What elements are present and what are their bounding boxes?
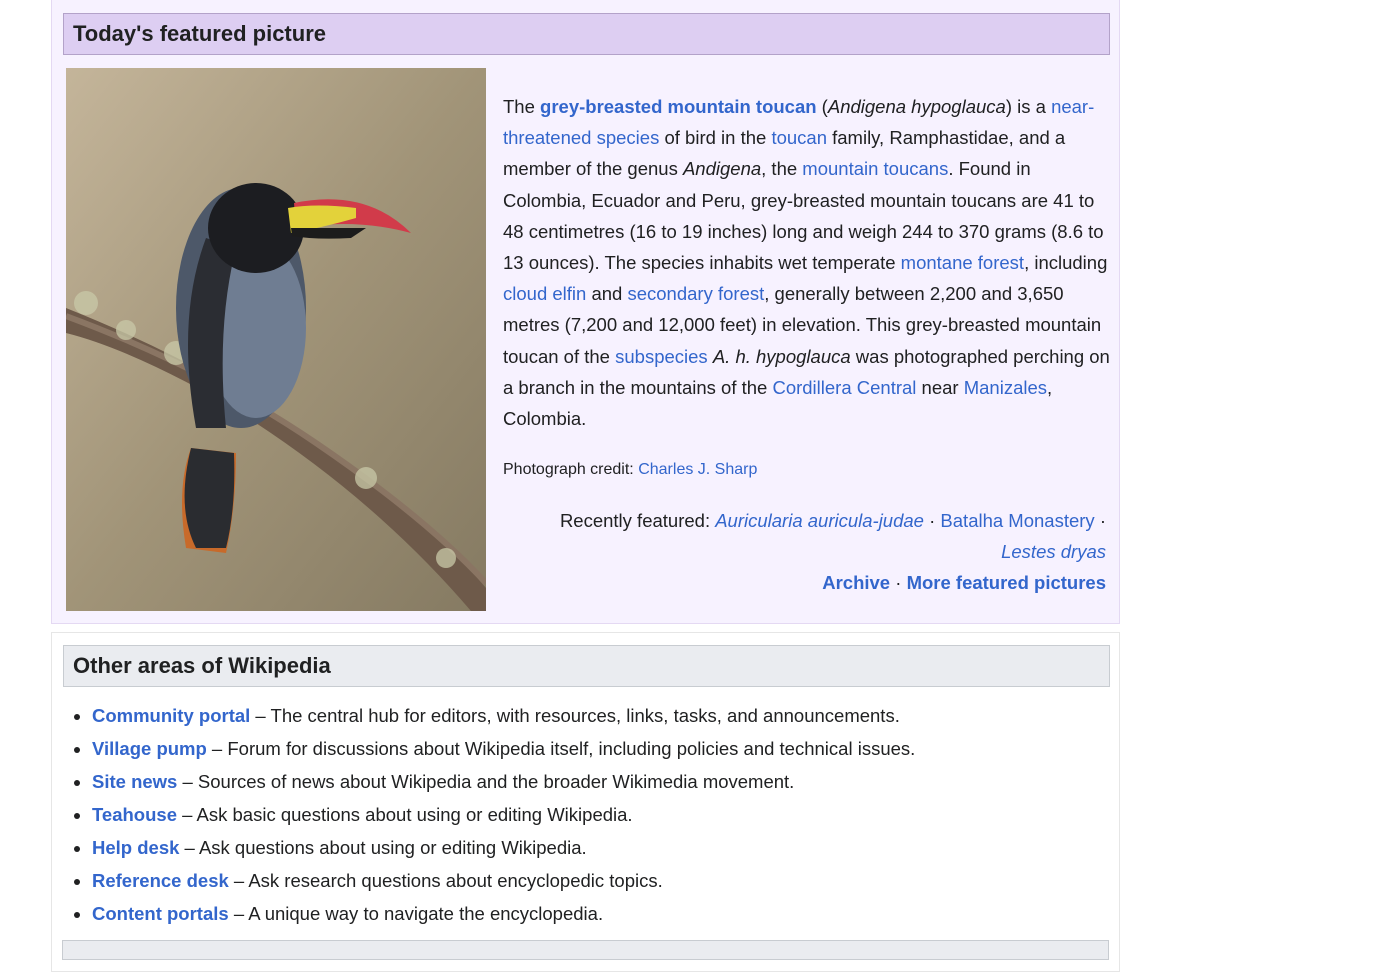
photo-credit: Photograph credit: Charles J. Sharp <box>503 461 758 478</box>
recently-featured: Recently featured: Auricularia auricula-… <box>559 510 1106 562</box>
link-montane-forest[interactable]: montane forest <box>901 252 1024 273</box>
link-village-pump[interactable]: Village pump <box>92 738 207 759</box>
archive-link[interactable]: Archive <box>822 572 890 593</box>
list-item: Reference desk – Ask research questions … <box>92 864 915 897</box>
link-elfin[interactable]: elfin <box>552 283 586 304</box>
link-cordillera-central[interactable]: Cordillera Central <box>772 377 916 398</box>
featured-picture-section: Today's featured picture The grey-breast… <box>51 0 1120 624</box>
link-reference-desk[interactable]: Reference desk <box>92 870 229 891</box>
other-areas-heading: Other areas of Wikipedia <box>63 645 1110 687</box>
link-cloud[interactable]: cloud <box>503 283 547 304</box>
recent-item-2[interactable]: Batalha Monastery <box>940 510 1094 531</box>
list-item: Help desk – Ask questions about using or… <box>92 831 915 864</box>
featured-picture-heading: Today's featured picture <box>63 13 1110 55</box>
list-item: Content portals – A unique way to naviga… <box>92 897 915 930</box>
link-site-news[interactable]: Site news <box>92 771 177 792</box>
link-toucan[interactable]: toucan <box>771 127 827 148</box>
link-teahouse[interactable]: Teahouse <box>92 804 177 825</box>
link-mountain-toucans[interactable]: mountain toucans <box>802 158 948 179</box>
next-section-heading <box>62 940 1109 960</box>
more-featured-pictures-link[interactable]: More featured pictures <box>907 572 1106 593</box>
other-areas-section: Other areas of Wikipedia Community porta… <box>51 632 1120 972</box>
link-secondary-forest[interactable]: secondary forest <box>627 283 764 304</box>
list-item: Site news – Sources of news about Wikipe… <box>92 765 915 798</box>
link-manizales[interactable]: Manizales <box>964 377 1047 398</box>
link-content-portals[interactable]: Content portals <box>92 903 229 924</box>
toucan-image <box>66 68 486 611</box>
link-community-portal[interactable]: Community portal <box>92 705 250 726</box>
featured-photo[interactable] <box>66 68 486 611</box>
list-item: Village pump – Forum for discussions abo… <box>92 732 915 765</box>
recent-item-1[interactable]: Auricularia auricula-judae <box>715 510 924 531</box>
link-inhabits[interactable]: inhabits <box>709 252 773 273</box>
featured-description: The grey-breasted mountain toucan (Andig… <box>503 96 1110 430</box>
link-photographer[interactable]: Charles J. Sharp <box>638 461 757 478</box>
link-subspecies[interactable]: subspecies <box>615 346 708 367</box>
list-item: Teahouse – Ask basic questions about usi… <box>92 798 915 831</box>
other-areas-list: Community portal – The central hub for e… <box>73 699 915 930</box>
recent-item-3[interactable]: Lestes dryas <box>1001 541 1106 562</box>
link-grey-breasted-mountain-toucan[interactable]: grey-breasted mountain toucan <box>540 96 817 117</box>
featured-more-links: Archive · More featured pictures <box>822 572 1106 593</box>
link-help-desk[interactable]: Help desk <box>92 837 179 858</box>
list-item: Community portal – The central hub for e… <box>92 699 915 732</box>
